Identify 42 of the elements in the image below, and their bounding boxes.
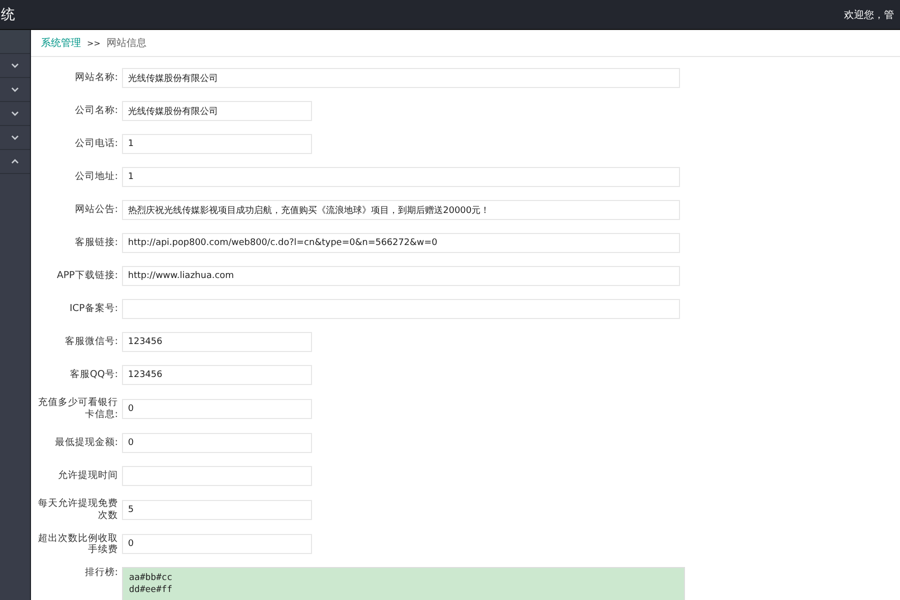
input-field[interactable]: 1 [122,167,680,187]
field-label: 网站名称: [74,72,118,84]
field-label: 公司地址: [74,171,118,183]
field-label: 充值多少可看银行卡信息: [37,397,118,421]
input-field[interactable]: http://www.liazhua.com [122,266,680,286]
field-label: 最低提现金额: [54,436,118,449]
input-field[interactable]: 123456 [122,365,312,385]
welcome-text: 欢迎您，管 [844,8,894,22]
field-label: 客服链接: [74,237,118,249]
input-field[interactable] [122,299,680,319]
field-label: ICP备案号: [68,303,118,315]
field-label: 排行榜: [84,567,118,580]
breadcrumb-link[interactable]: 系统管理 [41,36,81,50]
breadcrumb-separator: >> [87,38,100,48]
input-field[interactable]: 123456 [122,332,312,352]
field-label: 客服QQ号: [68,369,118,381]
chevron-down-icon [11,87,19,92]
field-label: 公司名称: [74,105,118,117]
app-title: 统 [1,6,15,24]
field-label: APP下载链接: [56,270,118,282]
input-field[interactable]: 热烈庆祝光线传媒影视项目成功启航，充值购买《流浪地球》项目，到期后赠送20000元！ [122,200,680,220]
input-field[interactable]: 5 [122,500,312,520]
input-field[interactable]: http://api.pop800.com/web800/c.do?l=cn&type=0&n=566272&w=0 [122,233,680,253]
input-field[interactable]: 0 [122,398,312,419]
chevron-down-icon [11,135,19,140]
input-field[interactable]: 1 [122,134,312,154]
input-field[interactable]: 0 [122,432,312,453]
input-field[interactable]: 光线传媒股份有限公司 [122,68,680,88]
input-field[interactable]: 0 [122,534,312,554]
input-field[interactable]: 光线传媒股份有限公司 [122,101,312,121]
field-label: 网站公告: [74,204,118,216]
field-label: 每天允许提现免费次数 [37,498,118,522]
field-label: 允许提现时间 [57,470,118,482]
breadcrumb-current: 网站信息 [106,36,146,50]
ranking-textarea[interactable]: aa#bb#cc dd#ee#ff [122,567,685,600]
chevron-down-icon [11,63,19,68]
chevron-down-icon [11,111,19,116]
chevron-up-icon [11,159,19,164]
field-label: 公司电话: [74,138,118,150]
field-label: 客服微信号: [64,336,118,348]
field-label: 超出次数比例收取手续费 [37,532,118,556]
input-field[interactable] [122,466,312,486]
